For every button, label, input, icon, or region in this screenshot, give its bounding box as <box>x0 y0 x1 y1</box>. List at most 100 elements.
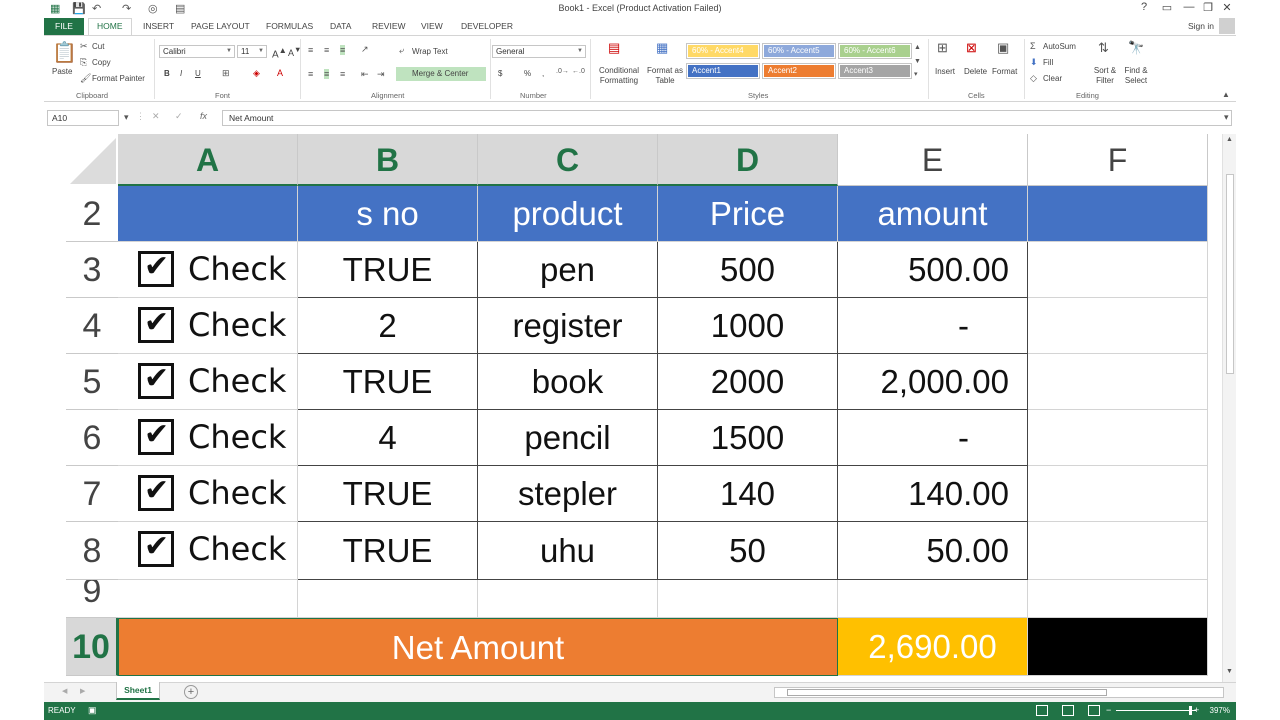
price-cell[interactable]: 140 <box>658 466 838 522</box>
vertical-scrollbar[interactable]: ▲ ▼ <box>1222 134 1236 682</box>
select-all-corner[interactable] <box>66 134 118 186</box>
empty-cell[interactable] <box>298 580 478 618</box>
row-header[interactable]: 9 <box>66 580 118 618</box>
product-cell[interactable]: uhu <box>478 522 658 580</box>
style-60-accent5[interactable]: 60% - Accent5 <box>762 43 836 59</box>
align-middle-icon[interactable]: ≡ <box>324 45 329 55</box>
checked-checkbox-icon[interactable] <box>138 305 174 343</box>
checkbox-cell[interactable]: Check <box>118 242 298 298</box>
normal-view-icon[interactable] <box>1036 705 1048 716</box>
clear-button[interactable]: Clear <box>1043 74 1062 83</box>
page-layout-view-icon[interactable] <box>1062 705 1074 716</box>
column-header-e[interactable]: E <box>838 134 1028 186</box>
style-accent1[interactable]: Accent1 <box>686 63 760 79</box>
page-break-view-icon[interactable] <box>1088 705 1100 716</box>
increase-indent-icon[interactable]: ⇥ <box>377 69 385 80</box>
column-header-b[interactable]: B <box>298 134 478 186</box>
bold-button[interactable]: B <box>164 69 170 78</box>
empty-cell[interactable] <box>1028 466 1208 522</box>
sno-cell[interactable]: 2 <box>298 298 478 354</box>
insert-button[interactable]: Insert <box>935 67 955 76</box>
amount-cell[interactable]: 140.00 <box>838 466 1028 522</box>
price-cell[interactable]: 50 <box>658 522 838 580</box>
font-color-icon[interactable]: A <box>277 68 283 78</box>
sno-cell[interactable]: 4 <box>298 410 478 466</box>
table-header-cell[interactable]: amount <box>838 186 1028 242</box>
amount-cell[interactable]: 50.00 <box>838 522 1028 580</box>
row-header[interactable]: 5 <box>66 354 118 410</box>
cut-button[interactable]: Cut <box>92 42 104 51</box>
ribbon-display-icon[interactable]: ▭ <box>1158 1 1176 14</box>
styles-more-icon[interactable]: ▾ <box>914 70 918 78</box>
insert-function-button[interactable]: fx <box>200 111 207 121</box>
paste-icon[interactable]: 📋 <box>52 40 77 65</box>
zoom-slider-knob[interactable] <box>1189 706 1192 715</box>
checked-checkbox-icon[interactable] <box>138 361 174 399</box>
checkbox-cell[interactable]: Check <box>118 298 298 354</box>
checkbox-control[interactable]: Check <box>138 473 286 512</box>
delete-button[interactable]: Delete <box>964 67 987 76</box>
next-sheet-icon[interactable]: ▶ <box>80 687 85 695</box>
font-name-combo[interactable]: Calibri ▼ <box>159 45 235 58</box>
copy-button[interactable]: Copy <box>92 58 111 67</box>
sno-cell[interactable]: TRUE <box>298 242 478 298</box>
decrease-indent-icon[interactable]: ⇤ <box>361 69 369 80</box>
product-cell[interactable]: pen <box>478 242 658 298</box>
empty-cell[interactable] <box>478 580 658 618</box>
table-header-cell[interactable]: s no <box>298 186 478 242</box>
price-cell[interactable]: 1000 <box>658 298 838 354</box>
product-cell[interactable]: book <box>478 354 658 410</box>
format-painter-button[interactable]: Format Painter <box>92 74 145 83</box>
net-amount-label-cell[interactable]: Net Amount <box>118 618 838 676</box>
sheet-tab-sheet1[interactable]: Sheet1 <box>116 682 160 700</box>
sno-cell[interactable]: TRUE <box>298 354 478 410</box>
style-accent2[interactable]: Accent2 <box>762 63 836 79</box>
checkbox-cell[interactable]: Check <box>118 354 298 410</box>
align-top-icon[interactable]: ≡ <box>308 45 313 55</box>
row-header[interactable]: 6 <box>66 410 118 466</box>
amount-cell[interactable]: - <box>838 298 1028 354</box>
empty-cell[interactable] <box>1028 522 1208 580</box>
table-header-cell[interactable] <box>118 186 298 242</box>
style-60-accent6[interactable]: 60% - Accent6 <box>838 43 912 59</box>
find-select-button[interactable]: Find & Select <box>1120 66 1152 86</box>
prev-sheet-icon[interactable]: ◀ <box>62 687 67 695</box>
empty-cell[interactable] <box>1028 354 1208 410</box>
autosum-button[interactable]: AutoSum <box>1043 42 1076 51</box>
checkbox-control[interactable]: Check <box>138 361 286 400</box>
zoom-in-icon[interactable]: + <box>1194 705 1199 715</box>
checked-checkbox-icon[interactable] <box>138 249 174 287</box>
tab-file[interactable]: FILE <box>44 18 84 35</box>
styles-scroll-down-icon[interactable]: ▼ <box>914 58 921 65</box>
column-header-a[interactable]: A <box>118 134 298 186</box>
price-cell[interactable]: 500 <box>658 242 838 298</box>
format-as-table-button[interactable]: Format as Table <box>644 66 686 86</box>
style-60-accent4[interactable]: 60% - Accent4 <box>686 43 760 59</box>
align-bottom-icon[interactable]: ≡ <box>340 45 346 55</box>
borders-icon[interactable]: ⊞ <box>222 68 230 79</box>
zoom-level[interactable]: 397% <box>1210 706 1230 715</box>
net-amount-total-cell[interactable]: 2,690.00 <box>838 618 1028 676</box>
checkbox-control[interactable]: Check <box>138 249 286 288</box>
decrease-decimal-icon[interactable]: ←.0 <box>572 68 585 75</box>
orientation-icon[interactable]: ↗ <box>361 44 369 55</box>
name-box[interactable]: A10 <box>47 110 119 126</box>
styles-scroll-up-icon[interactable]: ▲ <box>914 44 921 51</box>
product-cell[interactable]: stepler <box>478 466 658 522</box>
row-header[interactable]: 7 <box>66 466 118 522</box>
italic-button[interactable]: I <box>180 69 182 78</box>
sort-filter-button[interactable]: Sort & Filter <box>1090 66 1120 86</box>
format-button[interactable]: Format <box>992 67 1017 76</box>
align-left-icon[interactable]: ≡ <box>308 69 313 79</box>
row-header[interactable]: 8 <box>66 522 118 580</box>
percent-button[interactable]: % <box>524 69 531 78</box>
wrap-text-button[interactable]: Wrap Text <box>412 47 448 56</box>
horizontal-scrollbar[interactable] <box>774 687 1224 698</box>
formula-input[interactable]: Net Amount <box>222 110 1232 126</box>
empty-cell[interactable] <box>838 580 1028 618</box>
comma-button[interactable]: , <box>542 69 544 78</box>
tab-page-layout[interactable]: PAGE LAYOUT <box>191 21 250 31</box>
fill-button[interactable]: Fill <box>1043 58 1053 67</box>
font-size-combo[interactable]: 11 ▼ <box>237 45 267 58</box>
zoom-slider-track[interactable] <box>1116 710 1196 711</box>
